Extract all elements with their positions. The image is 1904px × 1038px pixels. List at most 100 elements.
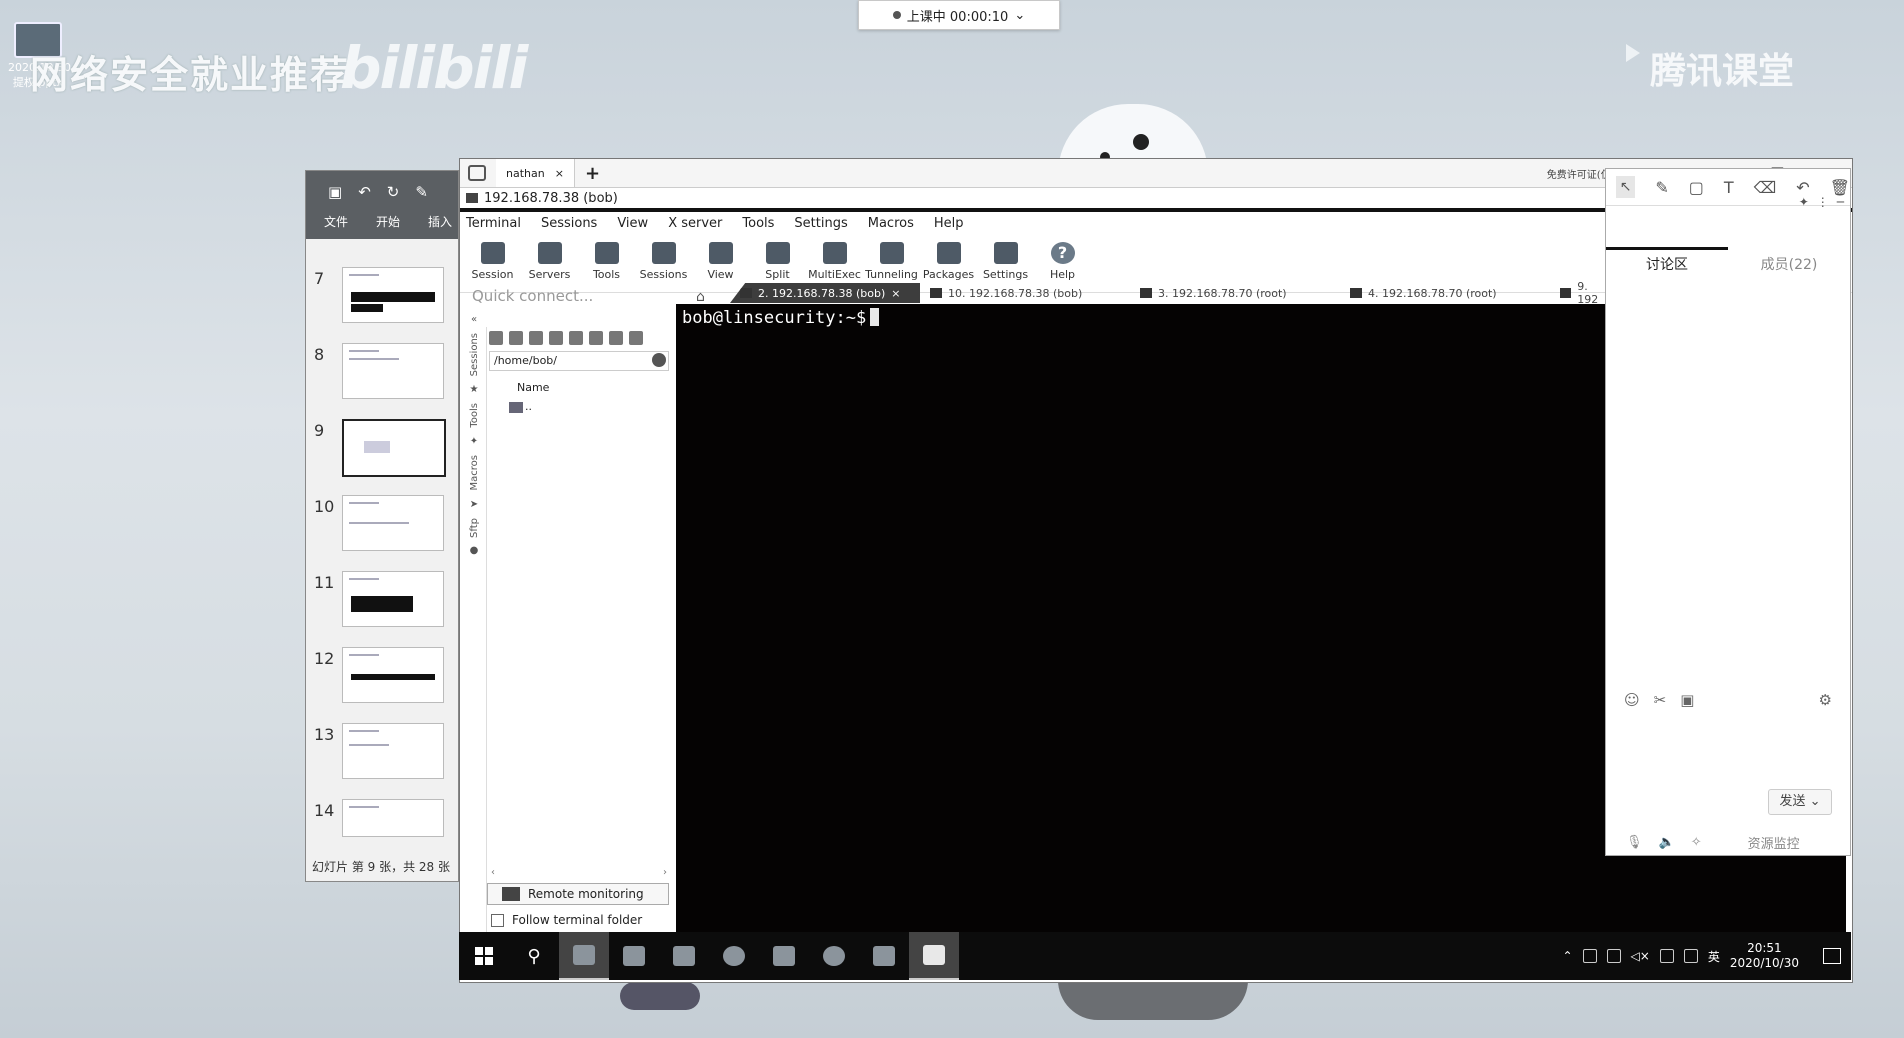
resource-monitor-link[interactable]: 资源监控 <box>1748 833 1800 852</box>
speaker-icon[interactable]: 🔈 <box>1659 835 1675 850</box>
side-tab-sftp[interactable]: Sftp <box>469 518 480 538</box>
chevron-down-icon[interactable]: ⌄ <box>1014 8 1025 23</box>
menu-view[interactable]: View <box>617 216 648 236</box>
slide-thumbnail[interactable] <box>342 267 444 323</box>
slide-thumbnail[interactable] <box>342 799 444 837</box>
undo-icon[interactable]: ↶ <box>1796 178 1809 197</box>
send-button[interactable]: 发送 ⌄ <box>1768 789 1832 815</box>
slide-thumbnail[interactable] <box>342 495 444 551</box>
taskbar-app-chrome[interactable] <box>809 932 859 980</box>
follow-terminal-folder-checkbox[interactable]: Follow terminal folder <box>487 913 642 927</box>
side-tab-macros[interactable]: Macros <box>469 455 480 490</box>
menu-sessions[interactable]: Sessions <box>541 216 597 236</box>
format-painter-icon[interactable]: ✎ <box>415 183 428 201</box>
delete-icon[interactable] <box>629 331 643 345</box>
microphone-icon[interactable]: 🎙 <box>1626 835 1643 850</box>
taskbar-app-edge[interactable] <box>709 932 759 980</box>
minimize-icon[interactable]: ─ <box>1837 195 1844 209</box>
menu-settings[interactable]: Settings <box>794 216 847 236</box>
pen-icon[interactable]: ✎ <box>1655 178 1668 197</box>
new-folder-icon[interactable] <box>569 331 583 345</box>
input-language[interactable]: 英 <box>1708 948 1720 965</box>
volume-icon[interactable]: ◁× <box>1631 949 1650 963</box>
session-tab[interactable]: 10. 192.168.78.38 (bob) <box>920 283 1130 303</box>
side-tab-sessions[interactable]: Sessions <box>469 333 480 376</box>
rectangle-icon[interactable]: ▢ <box>1689 178 1704 197</box>
undo-icon[interactable]: ↶ <box>358 183 371 201</box>
tray-app-icon[interactable] <box>1606 949 1621 963</box>
slide-thumbnail-selected[interactable] <box>342 419 446 477</box>
home-icon[interactable]: ⌂ <box>696 289 705 305</box>
collapse-icon[interactable]: « <box>471 314 477 325</box>
session-tab-active[interactable]: 2. 192.168.78.38 (bob) × <box>730 283 920 303</box>
remote-monitoring-button[interactable]: Remote monitoring <box>487 883 669 905</box>
clock[interactable]: 20:51 2020/10/30 <box>1730 941 1799 971</box>
session-tab[interactable]: 4. 192.168.78.70 (root) <box>1340 283 1550 303</box>
notification-icon[interactable] <box>1823 948 1841 964</box>
camera-off-icon[interactable]: ✧ <box>1691 835 1702 850</box>
chevron-right-icon[interactable]: › <box>663 867 667 878</box>
ppt-tab-file[interactable]: 文件 <box>324 213 348 230</box>
new-file-icon[interactable] <box>589 331 603 345</box>
image-icon[interactable]: ▣ <box>1680 691 1694 709</box>
network-icon[interactable] <box>1683 949 1698 963</box>
scissors-icon[interactable]: ✂ <box>1654 691 1667 709</box>
chevron-left-icon[interactable]: ‹ <box>491 867 495 878</box>
close-icon[interactable]: × <box>891 287 900 300</box>
redo-icon[interactable]: ↻ <box>387 183 400 201</box>
menu-tools[interactable]: Tools <box>742 216 774 236</box>
slide-thumbnail[interactable] <box>342 723 444 779</box>
horizontal-scrollbar[interactable]: ‹ › <box>491 867 667 878</box>
file-column-header[interactable]: Name <box>487 373 671 394</box>
settings-icon[interactable] <box>609 331 623 345</box>
side-tab-tools[interactable]: Tools <box>469 403 480 428</box>
pointer-icon[interactable]: ↖ <box>1616 176 1636 198</box>
menu-terminal[interactable]: Terminal <box>466 216 521 236</box>
start-button[interactable] <box>459 932 509 980</box>
more-icon[interactable]: ⋮ <box>1817 195 1829 209</box>
checkbox-icon[interactable] <box>491 913 504 927</box>
slide-thumbnail[interactable] <box>342 343 444 399</box>
quick-connect-input[interactable]: Quick connect... <box>472 287 662 305</box>
slide-thumbnail[interactable] <box>342 571 444 627</box>
save-icon[interactable]: ▣ <box>328 183 342 201</box>
taskbar-app-terminal[interactable] <box>859 932 909 980</box>
download-icon[interactable] <box>509 331 523 345</box>
trash-icon[interactable]: 🗑 <box>1830 178 1850 197</box>
taskbar-app-v2[interactable] <box>909 932 959 980</box>
servers-button[interactable]: Servers <box>521 236 578 292</box>
pin-icon[interactable]: ✦ <box>1799 195 1809 209</box>
tools-button[interactable]: Tools <box>578 236 635 292</box>
battery-icon[interactable] <box>1659 949 1674 963</box>
emoji-icon[interactable]: ☺ <box>1624 691 1640 709</box>
menu-x-server[interactable]: X server <box>668 216 722 236</box>
taskbar-app-explorer[interactable] <box>659 932 709 980</box>
taskbar-app-taskview[interactable] <box>609 932 659 980</box>
gear-icon[interactable]: ⚙ <box>1819 691 1832 709</box>
parent-folder-item[interactable]: .. <box>487 394 671 413</box>
globe-icon[interactable] <box>549 331 563 345</box>
session-tab[interactable]: 3. 192.168.78.70 (root) <box>1130 283 1340 303</box>
check-icon[interactable] <box>652 353 666 367</box>
taskbar-app-remote[interactable] <box>559 932 609 980</box>
session-button[interactable]: Session <box>464 236 521 292</box>
eraser-icon[interactable]: ⌫ <box>1754 178 1777 197</box>
add-tab-button[interactable]: + <box>585 163 600 184</box>
close-icon[interactable]: × <box>555 167 564 180</box>
tray-app-icon[interactable] <box>1582 949 1597 963</box>
upload-icon[interactable] <box>529 331 543 345</box>
tab-discussion[interactable]: 讨论区 <box>1606 247 1728 280</box>
live-status-bar[interactable]: 上课中 00:00:10 ⌄ <box>858 0 1060 30</box>
refresh-icon[interactable] <box>489 331 503 345</box>
sftp-path-input[interactable]: /home/bob/ <box>489 351 669 371</box>
menu-help[interactable]: Help <box>934 216 964 236</box>
taskbar-app-vmware[interactable] <box>759 932 809 980</box>
menu-macros[interactable]: Macros <box>868 216 914 236</box>
sessions-button[interactable]: Sessions <box>635 236 692 292</box>
ppt-tab-start[interactable]: 开始 <box>376 213 400 230</box>
tab-nathan[interactable]: nathan × <box>496 159 575 187</box>
tab-members[interactable]: 成员(22) <box>1728 247 1850 280</box>
text-icon[interactable]: T <box>1724 178 1734 197</box>
chevron-up-icon[interactable]: ⌃ <box>1562 949 1572 963</box>
slide-thumbnail[interactable] <box>342 647 444 703</box>
